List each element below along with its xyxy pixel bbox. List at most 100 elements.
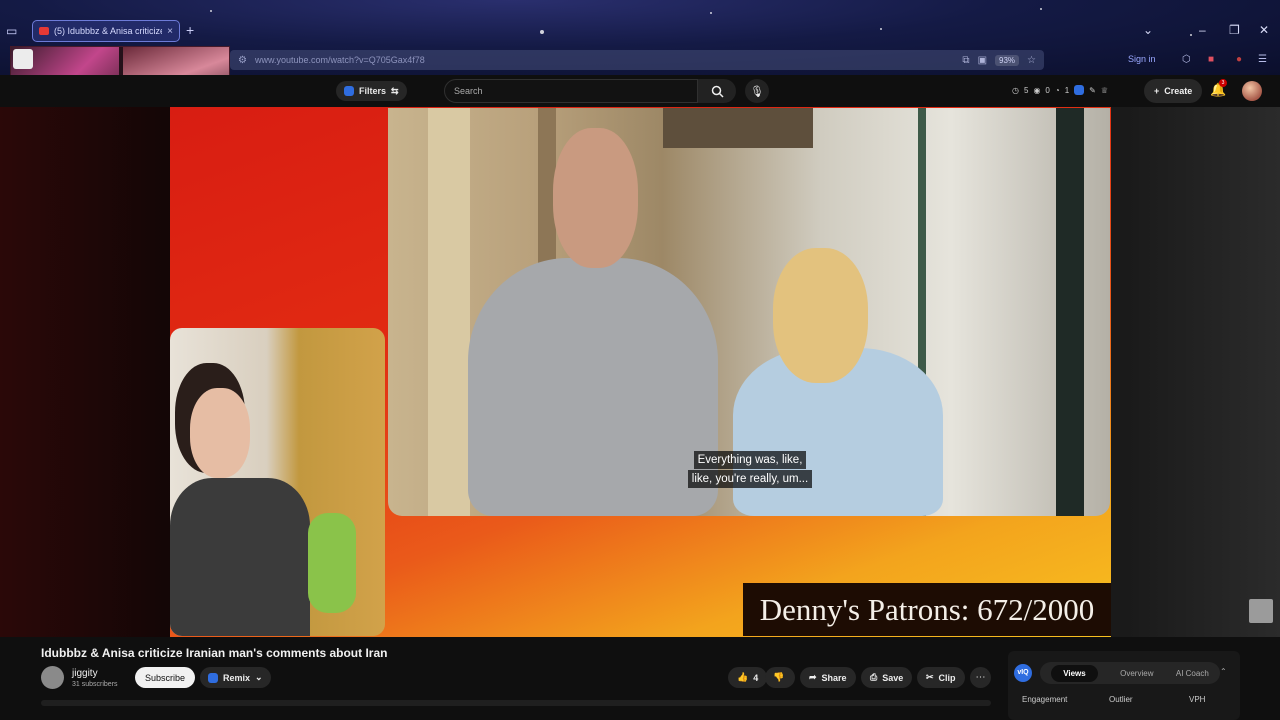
star [710,12,712,14]
save-icon: ⎙ [870,672,878,682]
edit-icon[interactable]: ✎ [1089,86,1096,95]
vidiq-icon[interactable] [1074,85,1085,95]
save-label: Save [882,672,904,683]
scene-person-man [468,258,718,516]
tab-views[interactable]: Views [1051,664,1098,682]
tab-overview[interactable]: Overview [1120,669,1153,678]
patrons-counter-overlay: Denny's Patrons: 672/2000 [743,583,1111,636]
address-bar[interactable]: ⚙ www.youtube.com/watch?v=Q705Gax4f78 ⧉ … [230,50,1044,70]
patrons-counter-text: Denny's Patrons: 672/2000 [759,591,1095,627]
close-window-button[interactable]: ✕ [1259,23,1269,37]
collapse-chevron-icon[interactable]: ⌃ [1220,667,1227,676]
search-input[interactable]: Search [444,79,698,103]
vidiq-chip-icon [344,86,354,96]
minimize-button[interactable]: – [1199,23,1206,37]
channel-name[interactable]: jiggity [72,668,98,679]
star [210,10,212,12]
clip-label: Clip [938,672,956,683]
stat-value: 0 [1045,85,1050,95]
chevron-down-icon: ⌄ [255,672,263,682]
scene-pillar [428,108,470,516]
zoom-level-badge[interactable]: 93% [995,54,1020,66]
scene-post [1056,108,1084,516]
clip-button[interactable]: ✂ Clip [917,667,965,688]
search-button[interactable] [698,79,736,103]
profile-avatar[interactable] [1242,81,1262,101]
maximize-button[interactable]: ❐ [1229,23,1240,37]
voice-search-button[interactable]: 🎙 [745,79,769,103]
vidiq-icon [208,672,218,683]
vidiq-logo-icon: vIQ [1014,664,1032,682]
tab-title: (5) Idubbbz & Anisa criticize Ira [54,26,163,36]
save-button[interactable]: ⎙ Save [861,667,913,688]
share-button[interactable]: ➦ Share [800,667,856,688]
remix-label: Remix [223,672,251,683]
star [880,28,882,30]
star [1040,8,1042,10]
browser-tab-active[interactable]: (5) Idubbbz & Anisa criticize Ira × [32,20,180,42]
share-icon: ➦ [809,672,817,682]
url-text[interactable]: www.youtube.com/watch?v=Q705Gax4f78 [255,55,954,65]
comment-icon: ◔ [1054,85,1060,95]
scissors-icon: ✂ [926,672,934,682]
video-title: Idubbbz & Anisa criticize Iranian man's … [41,646,388,660]
channel-avatar[interactable] [41,666,64,689]
scene-person-woman-head [773,248,868,383]
dislike-button[interactable]: 👎 [765,667,795,688]
video-caption: Everything was, like, like, you're reall… [686,450,814,488]
mic-icon: 🎙 [750,85,764,98]
scene-person-man-head [553,128,638,268]
stat-value: 1 [1064,85,1070,95]
create-button[interactable]: + Create [1144,79,1203,103]
subscribe-button[interactable]: Subscribe [135,667,196,688]
remix-button[interactable]: Remix ⌄ [200,667,271,688]
caption-line: like, you're really, um... [687,470,813,488]
notification-count-badge: 3 [1219,79,1227,87]
youtube-favicon-icon [39,27,49,35]
like-count: 4 [753,672,759,683]
subscriber-count: 31 subscribers [72,681,118,688]
star [540,30,544,34]
screenshot-icon[interactable]: ▣ [978,55,987,66]
streamer-avatar [13,49,33,69]
filters-button[interactable]: Filters ⇆ [336,81,407,101]
tab-overview-icon[interactable]: ▭ [6,24,22,38]
browser-menu-icon[interactable]: ☰ [1258,54,1267,65]
install-app-icon[interactable]: ⧉ [962,55,969,66]
streamer-webcam [170,328,385,636]
youtube-header: Filters ⇆ Search 🎙 ◷ 5 ◉ 0 ◔ 1 ✎ ♕ + Cre… [0,75,1280,107]
extension-badge-icon[interactable]: ■ [1208,54,1214,65]
star [1190,34,1192,36]
search-icon [711,85,724,98]
caption-line: Everything was, like, [693,451,807,469]
like-button[interactable]: 👍 4 [728,667,768,688]
new-tab-button[interactable]: + [186,22,194,38]
filter-sliders-icon: ⇆ [391,85,399,96]
channel-stats[interactable]: ◷ 5 ◉ 0 ◔ 1 ✎ ♕ [1012,85,1108,95]
bookmark-star-icon[interactable]: ☆ [1027,55,1036,66]
filters-label: Filters [359,86,387,96]
tab-search-icon[interactable]: ⌄ [1143,23,1153,37]
webcam-person-face [190,388,250,478]
plus-icon: + [1154,86,1160,96]
tab-close-icon[interactable]: × [167,26,173,37]
tab-ai-coach[interactable]: AI Coach [1176,669,1209,678]
site-info-icon[interactable]: ⚙ [238,55,247,66]
description-box-edge[interactable] [41,700,991,706]
column-engagement: Engagement [1022,695,1068,704]
more-actions-button[interactable]: ⋯ [970,667,991,688]
extension-dot-icon[interactable]: ● [1236,54,1242,65]
eye-icon: ◉ [1033,85,1041,95]
extensions-icon[interactable]: ⬡ [1182,54,1191,65]
column-vph: VPH [1189,695,1206,704]
column-outlier: Outlier [1109,695,1133,704]
webcam-person-body [170,478,310,636]
webcam-microphone [308,513,356,613]
trophy-icon[interactable]: ♕ [1101,86,1108,95]
video-corner-thumbnail[interactable] [1249,599,1273,623]
create-label: Create [1164,86,1193,96]
thumbs-down-icon: 👎 [773,672,785,682]
stat-value: 5 [1023,85,1029,95]
sign-in-link[interactable]: Sign in [1128,54,1156,64]
panel-tabs: Views Overview AI Coach [1040,662,1220,684]
